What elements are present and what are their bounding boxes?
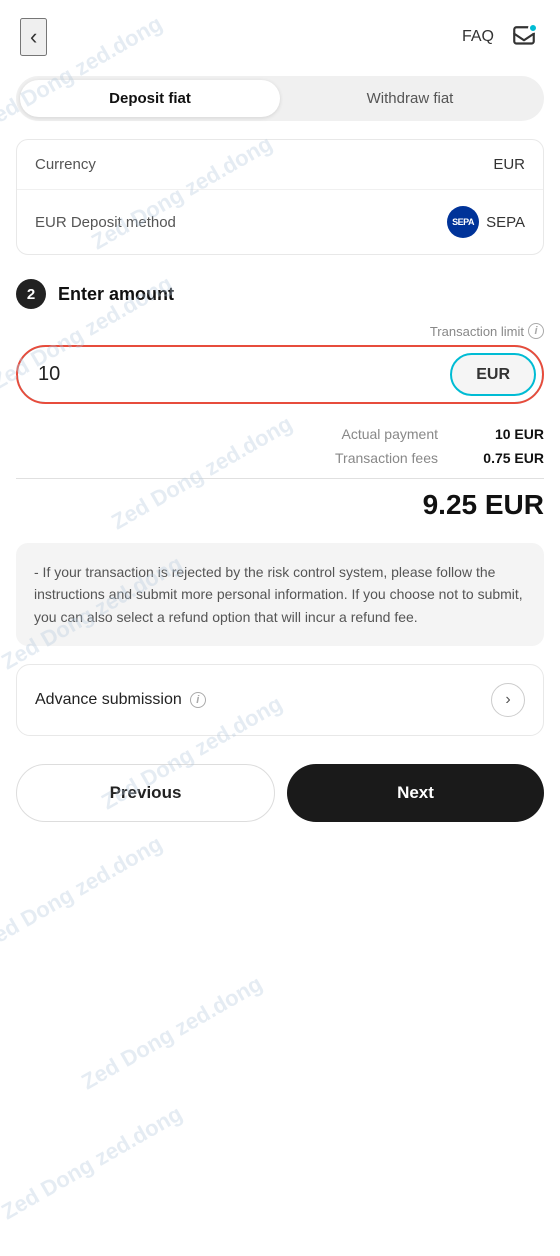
notification-icon[interactable]: [508, 21, 540, 53]
step-number: 2: [16, 279, 46, 309]
deposit-method-value: SEPA SEPA: [447, 206, 525, 238]
amount-container: Transaction limit i EUR: [16, 323, 544, 404]
payment-summary: Actual payment 10 EUR Transaction fees 0…: [16, 422, 544, 479]
currency-value: EUR: [493, 156, 525, 173]
info-box-text: - If your transaction is rejected by the…: [34, 561, 526, 628]
amount-input-wrapper: EUR: [16, 345, 544, 404]
currency-label: Currency: [35, 156, 96, 173]
previous-button[interactable]: Previous: [16, 764, 275, 822]
actual-payment-label: Actual payment: [342, 426, 439, 442]
tab-bar: Deposit fiat Withdraw fiat: [16, 76, 544, 121]
advance-submission-chevron: ›: [491, 683, 525, 717]
sepa-badge: SEPA: [447, 206, 479, 238]
header: ‹ FAQ: [0, 0, 560, 66]
info-box: - If your transaction is rejected by the…: [16, 543, 544, 646]
transaction-fees-value: 0.75 EUR: [454, 450, 544, 466]
transaction-limit-label: Transaction limit: [430, 324, 524, 339]
transaction-fees-label: Transaction fees: [335, 450, 438, 466]
tab-deposit-fiat[interactable]: Deposit fiat: [20, 80, 280, 117]
currency-pill: EUR: [450, 353, 536, 396]
transaction-fees-row: Transaction fees 0.75 EUR: [16, 446, 544, 470]
tab-withdraw-fiat[interactable]: Withdraw fiat: [280, 80, 540, 117]
header-right: FAQ: [462, 21, 540, 53]
advance-submission-info-icon[interactable]: i: [190, 692, 206, 708]
deposit-method-row: EUR Deposit method SEPA SEPA: [17, 190, 543, 254]
step-header: 2 Enter amount: [16, 279, 544, 309]
currency-row: Currency EUR: [17, 140, 543, 190]
advance-submission-row[interactable]: Advance submission i ›: [16, 664, 544, 736]
step-title: Enter amount: [58, 284, 174, 305]
transaction-limit-row: Transaction limit i: [16, 323, 544, 339]
faq-link[interactable]: FAQ: [462, 28, 494, 46]
actual-payment-row: Actual payment 10 EUR: [16, 422, 544, 446]
amount-input[interactable]: [18, 347, 444, 402]
notification-dot: [528, 23, 538, 33]
advance-submission-label: Advance submission i: [35, 691, 206, 709]
transaction-limit-info-icon[interactable]: i: [528, 323, 544, 339]
deposit-method-label: EUR Deposit method: [35, 214, 176, 231]
total-amount: 9.25 EUR: [423, 489, 544, 521]
back-button[interactable]: ‹: [20, 18, 47, 56]
total-row: 9.25 EUR: [16, 489, 544, 521]
next-button[interactable]: Next: [287, 764, 544, 822]
info-section: Currency EUR EUR Deposit method SEPA SEP…: [16, 139, 544, 255]
actual-payment-value: 10 EUR: [454, 426, 544, 442]
bottom-bar: Previous Next: [16, 764, 544, 822]
